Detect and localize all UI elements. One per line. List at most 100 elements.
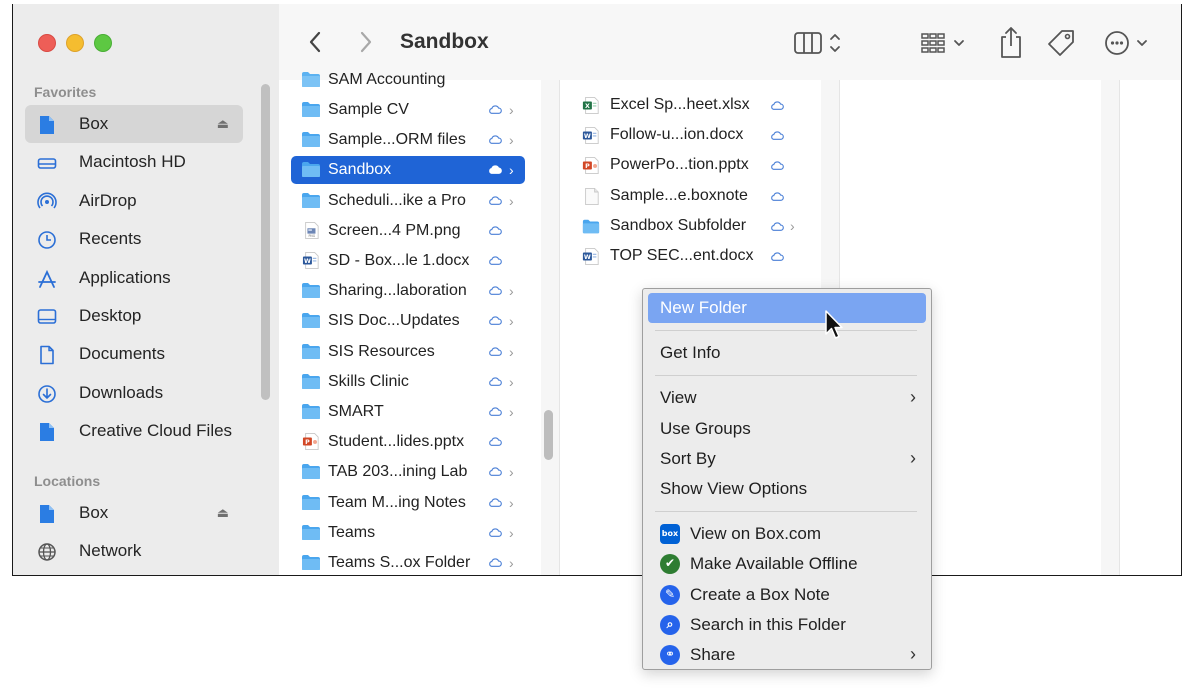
list-item[interactable]: Sample...e.boxnote xyxy=(580,182,820,210)
share-icon[interactable] xyxy=(997,24,1025,60)
list-item[interactable]: PNG Screen...4 PM.png xyxy=(291,217,525,245)
cloud-icon xyxy=(489,467,502,477)
column-view-icon[interactable] xyxy=(793,28,845,58)
list-item[interactable]: Teams › xyxy=(291,519,525,547)
file-icon xyxy=(37,422,57,442)
close-window-button[interactable] xyxy=(38,34,56,52)
forward-chevron-icon[interactable] xyxy=(353,28,377,56)
sidebar-item-label: Recents xyxy=(79,229,142,249)
list-item-label: Screen...4 PM.png xyxy=(328,221,461,239)
eject-icon[interactable]: ⏏ xyxy=(217,116,229,132)
document-icon xyxy=(37,345,57,365)
list-item-selected[interactable]: Sandbox › xyxy=(291,156,525,185)
menu-item-view-on-box-com[interactable]: box View on Box.com xyxy=(648,519,926,549)
menu-item-get-info[interactable]: Get Info xyxy=(648,338,926,368)
menu-item-sort-by[interactable]: Sort By › xyxy=(648,444,926,474)
sidebar-item[interactable]: Creative Cloud Files xyxy=(25,412,243,450)
download-icon xyxy=(37,384,57,404)
list-item[interactable]: SIS Resources › xyxy=(291,338,525,366)
folder-icon xyxy=(302,404,320,419)
sidebar-item[interactable]: Macintosh HD xyxy=(25,143,243,181)
link-icon: ⚭ xyxy=(660,645,680,665)
eject-icon[interactable]: ⏏ xyxy=(217,505,229,521)
svg-text:W: W xyxy=(584,133,591,140)
list-item[interactable]: Scheduli...ike a Pro › xyxy=(291,187,525,215)
list-item[interactable]: Sample...ORM files › xyxy=(291,126,525,154)
sidebar-item[interactable]: Box ⏏ xyxy=(25,494,243,532)
context-menu: New Folder Get Info View › Use Groups Sort By… xyxy=(642,288,932,670)
menu-item-view[interactable]: View › xyxy=(648,383,926,413)
menu-item-label: Sort By xyxy=(660,448,716,468)
menu-item-search-in-this-folder[interactable]: ⌕ Search in this Folder xyxy=(648,610,926,640)
sidebar-item[interactable]: Downloads xyxy=(25,374,243,412)
sidebar-item[interactable]: Documents xyxy=(25,335,243,373)
more-icon[interactable] xyxy=(1103,28,1153,58)
menu-item-label: Share xyxy=(690,645,736,664)
excel-document-icon: X xyxy=(582,96,599,115)
menu-item-create-a-box-note[interactable]: ✎ Create a Box Note xyxy=(648,580,926,610)
menu-item-label: Use Groups xyxy=(660,418,751,438)
cloud-icon xyxy=(771,252,784,261)
sidebar-item[interactable]: Recents xyxy=(25,220,243,258)
list-item[interactable]: W TOP SEC...ent.docx xyxy=(580,242,820,270)
airdrop-icon xyxy=(37,192,57,212)
menu-item-make-available-offline[interactable]: ✔ Make Available Offline xyxy=(648,549,926,579)
list-item-label: Excel Sp...heet.xlsx xyxy=(610,96,750,113)
list-item[interactable]: SMART › xyxy=(291,398,525,426)
minimize-window-button[interactable] xyxy=(66,34,84,52)
menu-item-new-folder[interactable]: New Folder xyxy=(648,293,926,323)
list-item[interactable]: P PowerPo...tion.pptx xyxy=(580,151,820,179)
list-item[interactable]: P Student...lides.pptx xyxy=(291,428,525,456)
sidebar-item[interactable]: Applications xyxy=(25,259,243,297)
cloud-icon xyxy=(771,101,784,110)
menu-item-label: Get Info xyxy=(660,343,721,363)
sidebar-item-label: Desktop xyxy=(79,306,142,325)
back-chevron-icon[interactable] xyxy=(304,28,328,56)
sidebar-item[interactable]: Box ⏏ xyxy=(25,105,243,143)
cloud-icon xyxy=(489,377,502,386)
list-item-partial[interactable]: SAM Accounting xyxy=(291,66,525,94)
mouse-pointer-icon xyxy=(825,310,843,339)
box-note-icon xyxy=(585,187,599,205)
window-title: Sandbox xyxy=(400,30,489,53)
chevron-right-icon: › xyxy=(509,283,514,300)
column-4[interactable] xyxy=(1119,80,1181,575)
powerpoint-document-icon: P xyxy=(582,157,599,175)
zoom-window-button[interactable] xyxy=(94,34,112,52)
list-item[interactable]: SIS Doc...Updates › xyxy=(291,307,525,335)
svg-text:P: P xyxy=(305,439,310,446)
word-document-icon: W xyxy=(582,247,599,266)
column-1-scrollbar[interactable] xyxy=(544,410,553,460)
list-item[interactable]: TAB 203...ining Lab › xyxy=(291,458,525,486)
sidebar-item[interactable]: Network xyxy=(25,532,243,570)
list-item[interactable]: Sharing...laboration › xyxy=(291,277,525,305)
sidebar-item[interactable]: AirDrop xyxy=(25,182,243,220)
link-icon-glyph: ⚭ xyxy=(664,647,676,661)
chevron-right-icon: › xyxy=(509,162,514,179)
folder-icon xyxy=(302,283,320,299)
menu-item-share[interactable]: ⚭ Share › xyxy=(648,640,926,670)
tag-icon[interactable] xyxy=(1045,28,1077,58)
sidebar-item-label: AirDrop xyxy=(79,190,137,210)
list-item[interactable]: W SD - Box...le 1.docx xyxy=(291,247,525,275)
list-item[interactable]: Skills Clinic › xyxy=(291,368,525,396)
list-item[interactable]: X Excel Sp...heet.xlsx xyxy=(580,91,820,119)
list-item[interactable]: Team M...ing Notes › xyxy=(291,489,525,517)
menu-item-use-groups[interactable]: Use Groups xyxy=(648,414,926,444)
chevron-right-icon: › xyxy=(509,313,514,330)
menu-item-show-view-options[interactable]: Show View Options xyxy=(648,474,926,504)
list-item[interactable]: Sandbox Subfolder › xyxy=(580,212,820,240)
submenu-chevron-icon: › xyxy=(910,644,916,664)
svg-text:W: W xyxy=(304,258,311,265)
favorites-heading: Favorites xyxy=(34,84,97,100)
list-item[interactable]: Sample CV › xyxy=(291,96,525,124)
chevron-right-icon: › xyxy=(509,555,514,571)
list-item[interactable]: W Follow-u...ion.docx xyxy=(580,121,820,149)
folder-icon xyxy=(302,313,320,329)
list-item[interactable]: Teams S...ox Folder › xyxy=(291,549,525,575)
sidebar-scrollbar[interactable] xyxy=(261,84,270,400)
menu-item-label: Create a Box Note xyxy=(690,584,830,604)
group-icon[interactable] xyxy=(919,28,973,58)
list-item-label: PowerPo...tion.pptx xyxy=(610,156,749,174)
sidebar-item[interactable]: Desktop xyxy=(25,297,243,335)
